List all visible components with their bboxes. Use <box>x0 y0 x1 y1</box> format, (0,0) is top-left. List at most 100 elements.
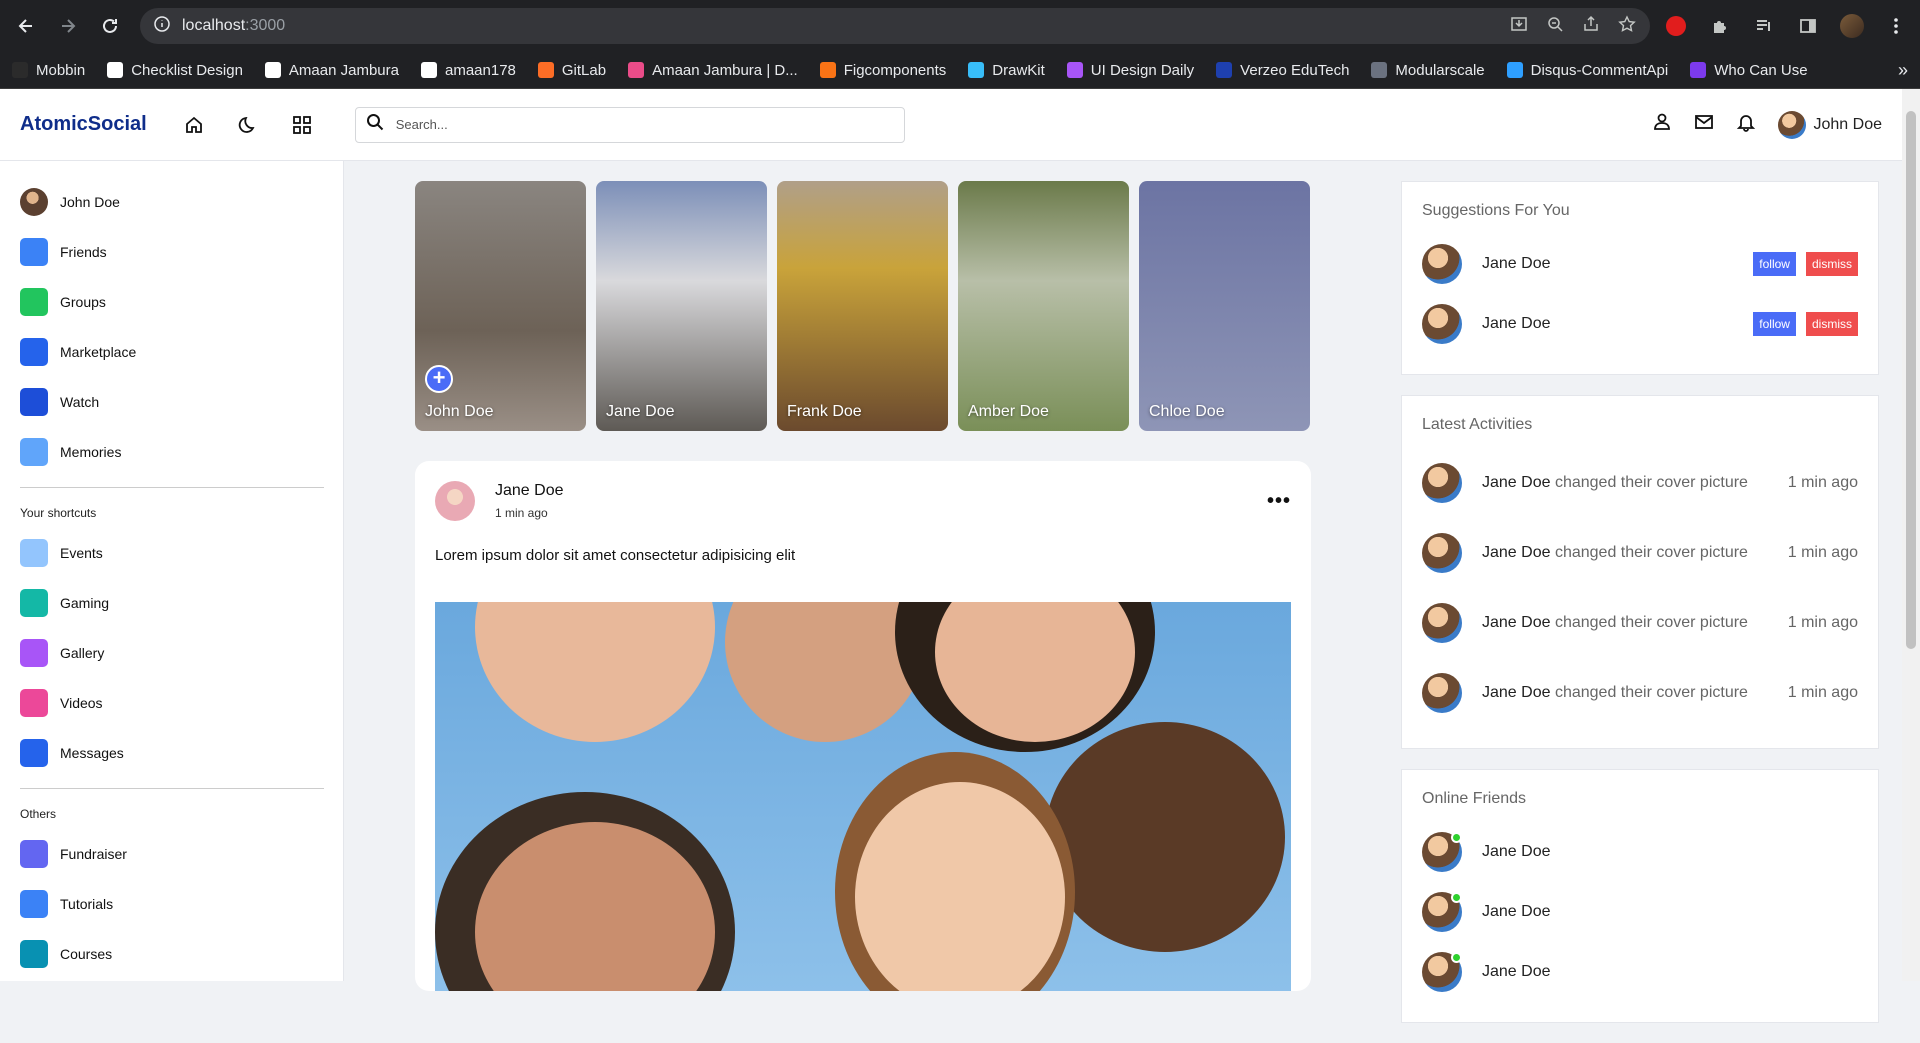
sidebar-item-label: Memories <box>60 444 122 460</box>
header-user[interactable]: John Doe <box>1777 110 1882 139</box>
story-card[interactable]: Jane Doe <box>596 181 767 431</box>
sidebar-item-messages[interactable]: Messages <box>20 728 323 778</box>
sidebar-item-fundraiser[interactable]: Fundraiser <box>20 829 323 879</box>
install-icon[interactable] <box>1510 15 1528 38</box>
bookmark-item[interactable]: Figcomponents <box>819 62 946 79</box>
divider <box>20 788 324 789</box>
bookmark-item[interactable]: Checklist Design <box>107 62 243 79</box>
avatar[interactable] <box>1422 244 1462 284</box>
activity-row: Jane Doe changed their cover picture 1 mi… <box>1422 658 1858 728</box>
dark-mode-moon-icon[interactable] <box>235 112 261 138</box>
online-friend-row[interactable]: Jane Doe <box>1422 882 1858 942</box>
online-friend-row[interactable]: Jane Doe <box>1422 822 1858 882</box>
online-status-dot <box>1451 892 1462 903</box>
gallery-icon <box>20 639 48 667</box>
search-input[interactable] <box>395 117 894 132</box>
mail-icon <box>20 739 48 767</box>
sidebar-item-tutorials[interactable]: Tutorials <box>20 879 323 929</box>
bookmark-item[interactable]: Mobbin <box>12 62 85 79</box>
chrome-menu-icon[interactable] <box>1882 12 1910 40</box>
sidebar-item-john-doe[interactable]: John Doe <box>20 177 323 227</box>
bookmark-item[interactable]: amaan178 <box>420 62 516 79</box>
online-friend-row[interactable]: Jane Doe <box>1422 942 1858 1002</box>
extensions-puzzle-icon[interactable] <box>1706 12 1734 40</box>
post-image[interactable] <box>435 602 1291 991</box>
bookmark-item[interactable]: Disqus-CommentApi <box>1506 62 1668 79</box>
bookmark-item[interactable]: UI Design Daily <box>1066 62 1194 79</box>
bookmark-item[interactable]: GitLab <box>537 62 606 79</box>
sidebar-item-memories[interactable]: Memories <box>20 427 323 477</box>
mail-icon[interactable] <box>1694 112 1714 137</box>
page-scrollbar[interactable] <box>1902 89 1920 981</box>
groups-icon <box>20 288 48 316</box>
bookmark-item[interactable]: Verzeo EduTech <box>1216 62 1349 79</box>
activity-user[interactable]: Jane Doe <box>1482 474 1551 491</box>
sidebar-item-marketplace[interactable]: Marketplace <box>20 327 323 377</box>
sidebar-item-gallery[interactable]: Gallery <box>20 628 323 678</box>
sidebar-item-videos[interactable]: Videos <box>20 678 323 728</box>
media-control-icon[interactable] <box>1750 12 1778 40</box>
story-card[interactable]: + John Doe <box>415 181 586 431</box>
avatar[interactable] <box>1422 304 1462 344</box>
home-icon[interactable] <box>181 112 207 138</box>
dismiss-button[interactable]: dismiss <box>1805 252 1858 276</box>
more-bookmarks-icon[interactable]: » <box>1898 60 1908 81</box>
sidebar-item-watch[interactable]: Watch <box>20 377 323 427</box>
activity-user[interactable]: Jane Doe <box>1482 614 1551 631</box>
zoom-icon[interactable] <box>1546 15 1564 38</box>
profile-avatar-icon[interactable] <box>1838 12 1866 40</box>
info-icon[interactable] <box>154 15 170 37</box>
story-card[interactable]: Amber Doe <box>958 181 1129 431</box>
bookmark-item[interactable]: Who Can Use <box>1690 62 1808 79</box>
add-story-plus-icon[interactable]: + <box>425 365 453 393</box>
scrollbar-thumb[interactable] <box>1906 111 1916 649</box>
suggestions-card: Suggestions For You Jane Doe follow dismis… <box>1401 181 1879 375</box>
sidebar-item-friends[interactable]: Friends <box>20 227 323 277</box>
sidebar-item-events[interactable]: Events <box>20 528 323 578</box>
activity-time: 1 min ago <box>1787 684 1858 701</box>
bookmark-item[interactable]: DrawKit <box>968 62 1045 79</box>
more-options-icon[interactable]: ••• <box>1267 490 1291 513</box>
reload-icon[interactable] <box>94 10 126 42</box>
avatar[interactable] <box>1422 463 1462 503</box>
forward-icon[interactable] <box>52 10 84 42</box>
story-card[interactable]: Frank Doe <box>777 181 948 431</box>
activity-row: Jane Doe changed their cover picture 1 mi… <box>1422 448 1858 518</box>
avatar[interactable] <box>1422 673 1462 713</box>
notifications-bell-icon[interactable] <box>1736 112 1756 137</box>
bookmark-favicon-icon <box>537 62 554 78</box>
post-author-avatar[interactable] <box>435 481 475 521</box>
browser-toolbar: localhost:3000 <box>0 0 1920 52</box>
bookmark-item[interactable]: Amaan Jambura | D... <box>628 62 798 79</box>
activity-user[interactable]: Jane Doe <box>1482 544 1551 561</box>
activity-text: Jane Doe changed their cover picture <box>1482 544 1748 562</box>
person-icon[interactable] <box>1652 112 1672 137</box>
side-panel-icon[interactable] <box>1794 12 1822 40</box>
bookmark-item[interactable]: Amaan Jambura <box>264 62 399 79</box>
apps-grid-icon[interactable] <box>289 112 315 138</box>
post-author-name[interactable]: Jane Doe <box>495 482 564 500</box>
activities-card: Latest Activities Jane Doe changed their… <box>1401 395 1879 749</box>
address-bar[interactable]: localhost:3000 <box>140 8 1650 44</box>
activity-user[interactable]: Jane Doe <box>1482 684 1551 701</box>
app-logo[interactable]: AtomicSocial <box>20 113 147 136</box>
follow-button[interactable]: follow <box>1753 312 1796 336</box>
extension-adblock-icon[interactable] <box>1662 12 1690 40</box>
sidebar-item-courses[interactable]: Courses <box>20 929 323 979</box>
post-card: Jane Doe 1 min ago ••• Lorem ipsum dolor… <box>415 461 1311 991</box>
courses-icon <box>20 940 48 968</box>
suggestion-name[interactable]: Jane Doe <box>1482 315 1551 333</box>
back-icon[interactable] <box>10 10 42 42</box>
follow-button[interactable]: follow <box>1753 252 1796 276</box>
bookmark-item[interactable]: Modularscale <box>1371 62 1485 79</box>
sidebar-item-gaming[interactable]: Gaming <box>20 578 323 628</box>
avatar[interactable] <box>1422 603 1462 643</box>
dismiss-button[interactable]: dismiss <box>1805 312 1858 336</box>
sidebar-item-label: Events <box>60 545 103 561</box>
bookmark-star-icon[interactable] <box>1618 14 1636 38</box>
share-icon[interactable] <box>1582 15 1600 38</box>
sidebar-item-groups[interactable]: Groups <box>20 277 323 327</box>
suggestion-name[interactable]: Jane Doe <box>1482 255 1551 273</box>
avatar[interactable] <box>1422 533 1462 573</box>
story-card[interactable]: Chloe Doe <box>1139 181 1310 431</box>
